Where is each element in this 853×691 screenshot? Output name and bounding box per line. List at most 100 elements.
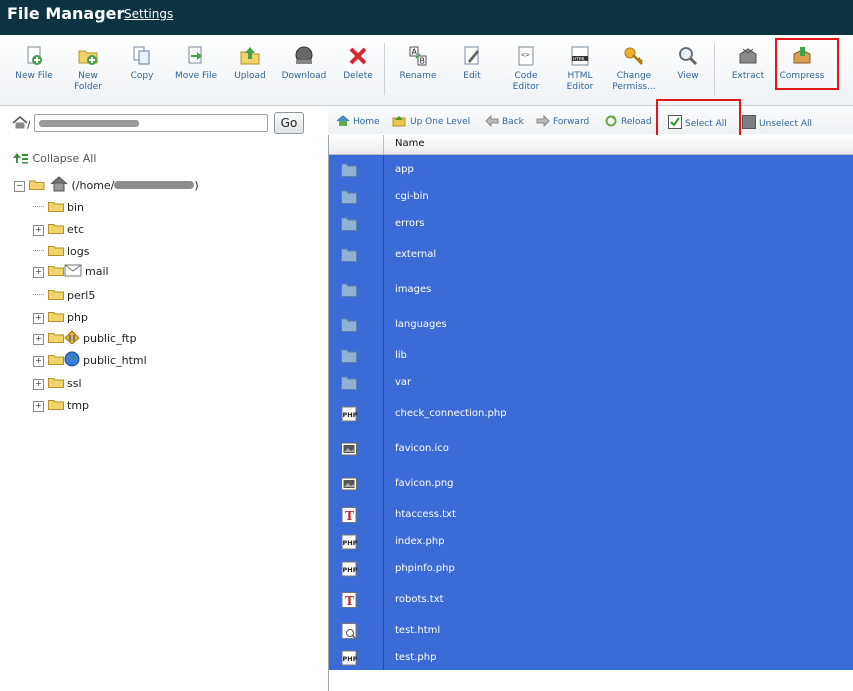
tree-item-public_ftp[interactable]: + public_ftp bbox=[33, 330, 137, 348]
settings-link[interactable]: Settings bbox=[124, 7, 173, 21]
html-editor-button[interactable]: HTML HTML Editor bbox=[553, 42, 607, 93]
expand-toggle[interactable]: + bbox=[33, 356, 44, 367]
expand-toggle[interactable]: + bbox=[33, 401, 44, 412]
change-permissions-icon bbox=[624, 47, 643, 65]
home-folder-icon bbox=[50, 176, 68, 192]
file-row[interactable]: external bbox=[329, 246, 853, 264]
tree-item-etc[interactable]: + etc bbox=[33, 221, 84, 239]
file-row[interactable]: PHP test.php bbox=[329, 649, 853, 667]
folder-icon bbox=[47, 290, 64, 300]
folder-icon bbox=[341, 248, 357, 262]
new-file-button[interactable]: New File bbox=[7, 42, 61, 82]
svg-text:T: T bbox=[345, 594, 354, 608]
download-button[interactable]: Download bbox=[277, 42, 331, 82]
directory-tree: Collapse All − (/home/) bin + etc logs + m… bbox=[0, 145, 327, 685]
svg-text:HTML: HTML bbox=[573, 56, 586, 62]
upload-button[interactable]: Upload bbox=[223, 42, 277, 82]
new-folder-button[interactable]: New Folder bbox=[61, 42, 115, 93]
file-row[interactable]: Trobots.txt bbox=[329, 591, 853, 609]
expand-toggle[interactable]: + bbox=[33, 379, 44, 390]
move-file-button[interactable]: Move File bbox=[169, 42, 223, 82]
file-row[interactable]: PHP index.php bbox=[329, 533, 853, 551]
home-button[interactable]: Home bbox=[336, 115, 380, 127]
file-name: languages bbox=[395, 319, 447, 330]
download-icon bbox=[295, 46, 313, 64]
forward-button[interactable]: Forward bbox=[536, 114, 589, 128]
collapse-all-label: Collapse All bbox=[32, 152, 97, 165]
name-column-header[interactable]: Name bbox=[395, 138, 425, 149]
reload-button[interactable]: Reload bbox=[604, 115, 658, 127]
collapse-all-button[interactable]: Collapse All bbox=[13, 152, 96, 165]
back-button[interactable]: Back bbox=[485, 114, 524, 128]
tree-item-label: etc bbox=[67, 223, 85, 236]
file-name: external bbox=[395, 249, 437, 260]
unselect-all-button[interactable]: Unselect All bbox=[742, 115, 812, 129]
new-file-label: New File bbox=[15, 71, 53, 81]
file-row[interactable]: favicon.png bbox=[329, 475, 853, 493]
file-list: Name app cgi-bin errors external images langu… bbox=[328, 135, 853, 691]
file-row[interactable]: images bbox=[329, 281, 853, 299]
tree-item-php[interactable]: + php bbox=[33, 309, 88, 327]
text-file-icon: T bbox=[341, 592, 357, 608]
file-name: favicon.png bbox=[395, 478, 454, 489]
copy-label: Copy bbox=[130, 71, 154, 81]
header-separator bbox=[383, 135, 384, 154]
upload-label: Upload bbox=[234, 71, 266, 81]
file-row[interactable]: PHP phpinfo.php bbox=[329, 560, 853, 578]
expand-toggle[interactable]: + bbox=[33, 225, 44, 236]
tree-item-label: public_ftp bbox=[83, 332, 137, 345]
list-header: Name bbox=[329, 135, 853, 155]
rename-button[interactable]: A B Rename bbox=[391, 42, 445, 82]
go-button[interactable]: Go bbox=[274, 112, 304, 134]
tree-item-bin[interactable]: bin bbox=[33, 199, 84, 217]
file-name: test.php bbox=[395, 652, 437, 663]
file-row[interactable]: app bbox=[329, 161, 853, 179]
up-one-level-button[interactable]: Up One Level bbox=[392, 115, 470, 127]
tree-item-perl5[interactable]: perl5 bbox=[33, 287, 95, 305]
tree-item-tmp[interactable]: + tmp bbox=[33, 397, 89, 415]
collapse-toggle[interactable]: − bbox=[14, 181, 25, 192]
delete-button[interactable]: Delete bbox=[331, 42, 385, 82]
view-button[interactable]: View bbox=[661, 42, 715, 82]
tree-item-ssl[interactable]: + ssl bbox=[33, 375, 82, 393]
expand-toggle[interactable]: + bbox=[33, 313, 44, 324]
file-row[interactable]: cgi-bin bbox=[329, 188, 853, 206]
tree-root[interactable]: − (/home/) bbox=[14, 176, 199, 194]
back-arrow-icon bbox=[485, 114, 499, 128]
tree-item-logs[interactable]: logs bbox=[33, 243, 90, 261]
file-row[interactable]: languages bbox=[329, 316, 853, 334]
app-title: File Manager bbox=[7, 4, 125, 23]
copy-button[interactable]: Copy bbox=[115, 42, 169, 82]
file-row[interactable]: Thtaccess.txt bbox=[329, 506, 853, 524]
file-row[interactable]: test.html bbox=[329, 622, 853, 640]
tree-item-public_html[interactable]: + public_html bbox=[33, 351, 147, 369]
code-editor-button[interactable]: <> Code Editor bbox=[499, 42, 553, 93]
path-input[interactable] bbox=[34, 114, 268, 132]
file-row[interactable]: var bbox=[329, 374, 853, 392]
expand-toggle[interactable]: + bbox=[33, 334, 44, 345]
file-row[interactable]: favicon.ico bbox=[329, 440, 853, 458]
tree-root-label: (/home/ bbox=[71, 179, 115, 192]
file-name: cgi-bin bbox=[395, 191, 429, 202]
mail-icon bbox=[64, 264, 81, 277]
file-row[interactable]: PHP check_connection.php bbox=[329, 405, 853, 423]
unselect-all-label: Unselect All bbox=[759, 119, 813, 129]
php-file-icon: PHP bbox=[341, 561, 357, 577]
up-level-icon bbox=[392, 116, 406, 127]
tree-item-mail[interactable]: + mail bbox=[33, 263, 109, 281]
tree-item-label: perl5 bbox=[67, 289, 96, 302]
navigation-bar: Home Up One Level Back Forward Reload Se… bbox=[328, 106, 853, 134]
expand-toggle[interactable]: + bbox=[33, 267, 44, 278]
html-editor-label: HTML Editor bbox=[566, 71, 594, 92]
file-name: phpinfo.php bbox=[395, 563, 455, 574]
folder-icon bbox=[47, 333, 64, 343]
file-row[interactable]: lib bbox=[329, 347, 853, 365]
folder-icon bbox=[341, 217, 357, 231]
folder-icon bbox=[47, 224, 64, 234]
compress-highlight bbox=[775, 38, 839, 90]
extract-button[interactable]: Extract bbox=[721, 42, 775, 82]
tree-connector bbox=[33, 250, 44, 251]
edit-button[interactable]: Edit bbox=[445, 42, 499, 82]
change-permissions-button[interactable]: Change Permiss... bbox=[607, 42, 661, 93]
file-row[interactable]: errors bbox=[329, 215, 853, 233]
